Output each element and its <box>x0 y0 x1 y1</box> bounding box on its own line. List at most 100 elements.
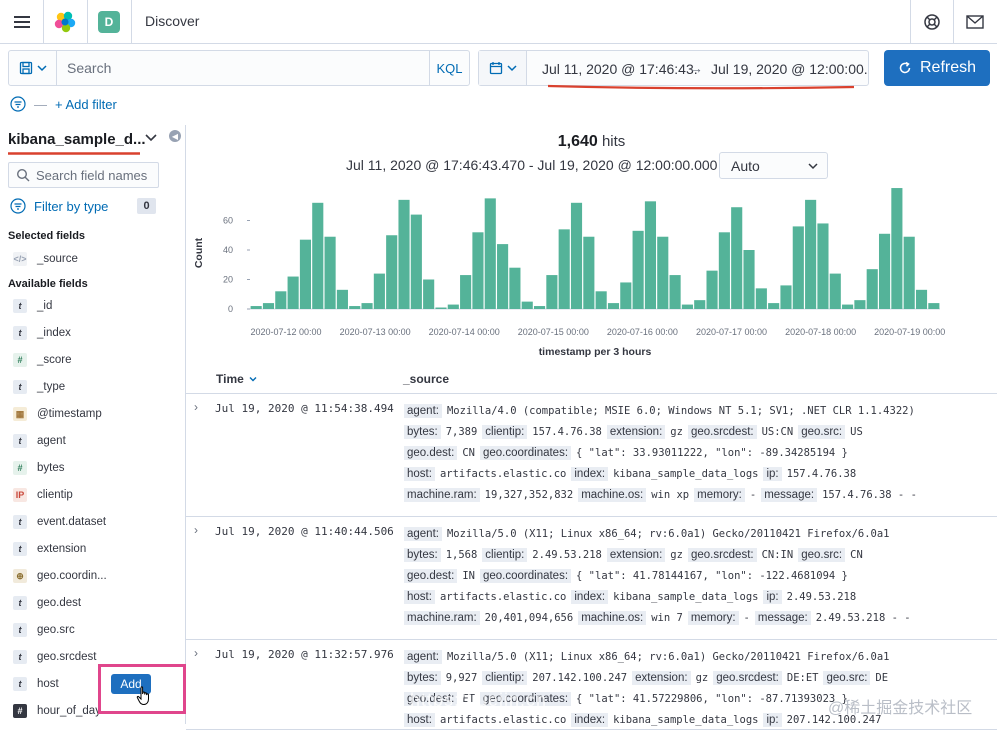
histogram-bar[interactable] <box>484 198 496 309</box>
histogram-bar[interactable] <box>595 291 607 309</box>
histogram-bar[interactable] <box>299 239 312 309</box>
histogram-bar[interactable] <box>731 207 743 309</box>
histogram-chart[interactable]: 0 20 40 60 2020-07-12 00:00 2020-07-13 00:00 2… <box>190 186 950 358</box>
histogram-bar[interactable] <box>903 236 915 309</box>
histogram-bar[interactable] <box>472 232 484 309</box>
expand-chevron-icon[interactable]: › <box>194 646 198 660</box>
kql-toggle-button[interactable]: KQL <box>429 51 469 85</box>
histogram-bar[interactable] <box>694 300 706 309</box>
field-item[interactable]: t host <box>13 676 59 692</box>
menu-icon[interactable] <box>0 0 43 43</box>
add-filter-button[interactable]: + Add filter <box>55 97 117 112</box>
histogram-bar[interactable] <box>792 226 804 309</box>
histogram-bar[interactable] <box>460 275 472 309</box>
histogram-bar[interactable] <box>509 267 521 309</box>
field-item[interactable]: ⊕ geo.coordin... <box>13 568 107 584</box>
histogram-bar[interactable] <box>312 202 324 309</box>
refresh-button[interactable]: Refresh <box>884 50 990 86</box>
histogram-bar[interactable] <box>780 285 792 309</box>
kibana-logo-icon[interactable] <box>43 0 87 43</box>
histogram-bar[interactable] <box>681 304 693 309</box>
sort-down-icon[interactable] <box>249 375 257 383</box>
histogram-bar[interactable] <box>570 202 583 309</box>
histogram-bar[interactable] <box>829 273 841 309</box>
histogram-bar[interactable] <box>583 236 595 309</box>
histogram-bar[interactable] <box>644 201 657 309</box>
time-column-header[interactable]: Time <box>216 372 257 386</box>
histogram-bar[interactable] <box>607 303 620 309</box>
field-search-input[interactable]: Search field names <box>8 162 159 188</box>
field-item[interactable]: </> _source <box>13 251 78 267</box>
field-item[interactable]: IP clientip <box>13 487 73 503</box>
histogram-bar[interactable] <box>878 233 891 309</box>
field-item[interactable]: t geo.src <box>13 622 75 638</box>
quick-menu-button[interactable] <box>479 51 527 85</box>
histogram-bar[interactable] <box>435 307 447 309</box>
filter-icon[interactable] <box>10 96 26 112</box>
filter-by-type-button[interactable]: Filter by type 0 <box>10 198 156 214</box>
histogram-bar[interactable] <box>447 304 459 309</box>
field-item[interactable]: t _id <box>13 298 52 314</box>
start-date[interactable]: Jul 11, 2020 @ 17:46:43. <box>542 61 698 77</box>
interval-select[interactable]: Auto <box>719 152 828 179</box>
field-item[interactable]: t geo.dest <box>13 595 81 611</box>
histogram-bar[interactable] <box>349 306 361 309</box>
field-item[interactable]: t agent <box>13 433 66 449</box>
histogram-bar[interactable] <box>632 230 644 309</box>
mail-icon[interactable] <box>953 0 997 43</box>
histogram-bar[interactable] <box>533 306 546 309</box>
field-item[interactable]: t geo.srcdest <box>13 649 96 665</box>
histogram-bar[interactable] <box>657 236 669 309</box>
histogram-bar[interactable] <box>398 199 410 309</box>
field-item[interactable]: t _type <box>13 379 65 395</box>
table-row[interactable]: › Jul 19, 2020 @ 11:40:44.506 agent: Mozill… <box>186 517 997 640</box>
field-item[interactable]: # hour_of_day <box>13 703 101 719</box>
histogram-bar[interactable] <box>706 270 718 309</box>
space-avatar[interactable]: D <box>87 0 131 43</box>
index-pattern-selector[interactable]: kibana_sample_d... <box>8 131 146 148</box>
histogram-bar[interactable] <box>546 275 558 309</box>
expand-chevron-icon[interactable]: › <box>194 400 198 414</box>
histogram-bar[interactable] <box>842 304 854 309</box>
histogram-bar[interactable] <box>336 289 348 309</box>
field-item[interactable]: # bytes <box>13 460 65 476</box>
histogram-bar[interactable] <box>620 282 632 309</box>
help-icon[interactable] <box>910 0 953 43</box>
end-date[interactable]: Jul 19, 2020 @ 12:00:00. <box>711 61 868 77</box>
field-item[interactable]: ▦ @timestamp <box>13 406 102 422</box>
histogram-bar[interactable] <box>854 300 866 309</box>
histogram-bar[interactable] <box>755 288 767 309</box>
histogram-bar[interactable] <box>891 188 903 309</box>
histogram-bar[interactable] <box>275 291 287 309</box>
histogram-bar[interactable] <box>805 199 817 309</box>
histogram-bar[interactable] <box>928 303 940 309</box>
histogram-bar[interactable] <box>817 223 829 309</box>
field-item[interactable]: t event.dataset <box>13 514 106 530</box>
histogram-bar[interactable] <box>915 289 928 309</box>
histogram-bar[interactable] <box>324 236 336 309</box>
field-item[interactable]: t extension <box>13 541 86 557</box>
chevron-down-icon[interactable] <box>144 130 158 144</box>
histogram-bar[interactable] <box>866 269 878 309</box>
histogram-bar[interactable] <box>558 229 570 309</box>
histogram-bar[interactable] <box>423 279 435 310</box>
histogram-bar[interactable] <box>287 276 299 309</box>
histogram-bar[interactable] <box>250 306 262 309</box>
search-input[interactable]: Search <box>67 60 111 76</box>
histogram-bar[interactable] <box>410 214 422 309</box>
histogram-bar[interactable] <box>386 235 398 309</box>
saved-query-button[interactable] <box>9 51 57 85</box>
histogram-bar[interactable] <box>521 301 533 309</box>
histogram-bar[interactable] <box>669 275 681 309</box>
table-row[interactable]: › Jul 19, 2020 @ 11:54:38.494 agent: Mozill… <box>186 394 997 517</box>
histogram-bar[interactable] <box>373 273 385 309</box>
histogram-bar[interactable] <box>361 303 373 309</box>
histogram-bar[interactable] <box>497 244 509 309</box>
expand-chevron-icon[interactable]: › <box>194 523 198 537</box>
field-item[interactable]: # _score <box>13 352 72 368</box>
histogram-bar[interactable] <box>743 250 755 309</box>
histogram-bar[interactable] <box>768 303 780 309</box>
field-item[interactable]: t _index <box>13 325 71 341</box>
collapse-sidebar-icon[interactable]: ◀ <box>169 130 181 142</box>
histogram-bar[interactable] <box>718 232 730 309</box>
